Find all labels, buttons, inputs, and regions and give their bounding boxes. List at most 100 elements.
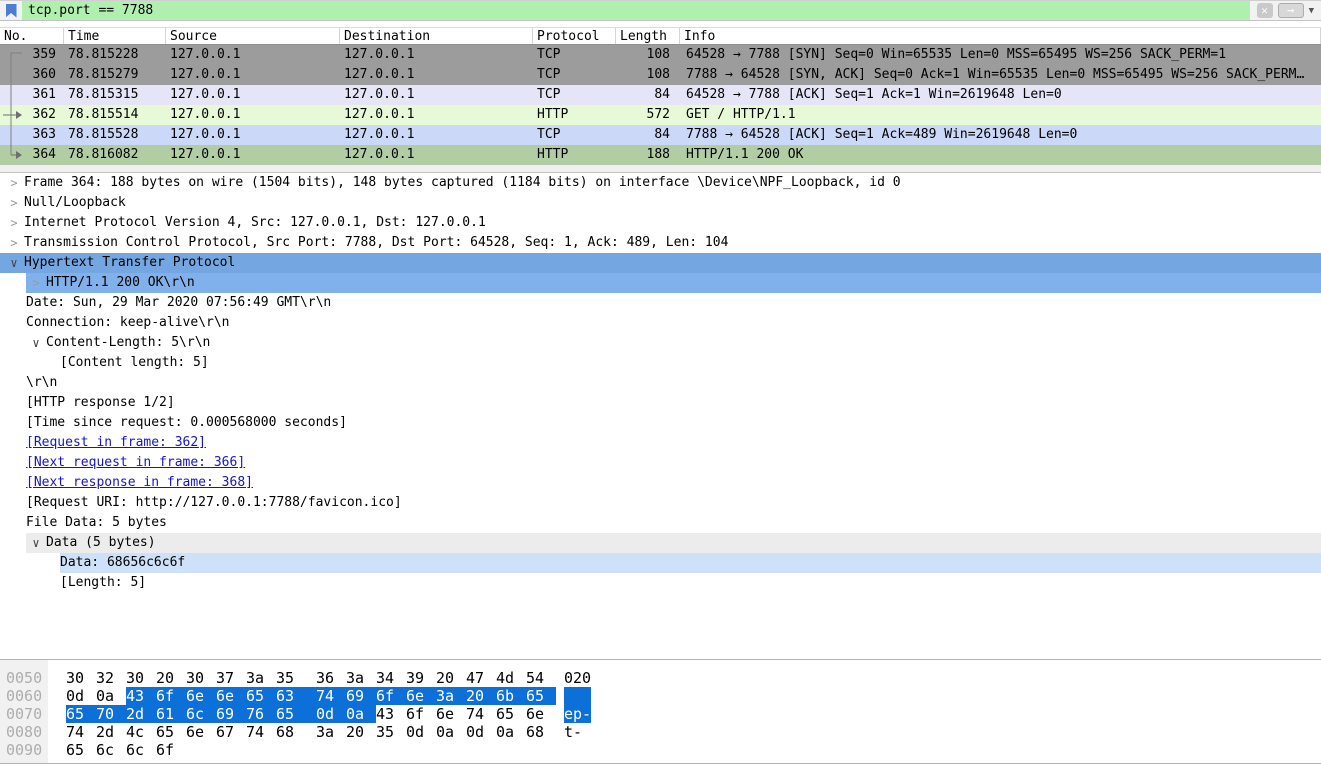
detail-link-row[interactable]: [Request in frame: 362]	[0, 433, 1321, 453]
packet-row[interactable]: 36078.815279127.0.0.1127.0.0.1TCP1087788…	[0, 65, 1321, 85]
collapsed-arrow-icon[interactable]: >	[4, 233, 24, 253]
hex-byte[interactable]: 3a	[246, 669, 276, 687]
display-filter-input[interactable]: tcp.port == 7788	[22, 1, 1250, 20]
hex-byte[interactable]: 39	[406, 669, 436, 687]
hex-byte[interactable]: 69	[216, 705, 246, 723]
detail-row[interactable]: [HTTP response 1/2]	[0, 393, 1321, 413]
hex-byte[interactable]: 35	[376, 723, 406, 741]
hex-byte[interactable]: 2d	[96, 723, 126, 741]
hex-byte[interactable]: 6e	[526, 705, 556, 723]
hex-byte[interactable]: 20	[466, 687, 496, 705]
detail-row[interactable]: ∨Data (5 bytes)	[0, 533, 1321, 553]
hex-byte[interactable]: 6c	[96, 741, 126, 759]
column-header-info[interactable]: Info	[680, 28, 1321, 44]
packet-row[interactable]: 36478.816082127.0.0.1127.0.0.1HTTP188HTT…	[0, 145, 1321, 165]
detail-row[interactable]: Date: Sun, 29 Mar 2020 07:56:49 GMT\r\n	[0, 293, 1321, 313]
detail-row[interactable]: \r\n	[0, 373, 1321, 393]
hex-byte[interactable]: 6e	[436, 705, 466, 723]
hex-byte[interactable]: 6e	[186, 723, 216, 741]
pane-splitter[interactable]	[0, 165, 1321, 173]
detail-row[interactable]: >Internet Protocol Version 4, Src: 127.0…	[0, 213, 1321, 233]
detail-link-row[interactable]: [Next request in frame: 366]	[0, 453, 1321, 473]
filter-dropdown-button[interactable]: ▼	[1309, 6, 1314, 16]
filter-bookmark-button[interactable]	[0, 1, 22, 20]
packet-row[interactable]: 35978.815228127.0.0.1127.0.0.1TCP1086452…	[0, 45, 1321, 65]
hex-byte[interactable]: 68	[276, 723, 306, 741]
detail-row[interactable]: [Request URI: http://127.0.0.1:7788/favi…	[0, 493, 1321, 513]
hex-byte[interactable]: 4d	[496, 669, 526, 687]
hex-byte[interactable]: 0a	[496, 723, 526, 741]
collapsed-arrow-icon[interactable]: >	[4, 213, 24, 233]
detail-row[interactable]: Data: 68656c6c6f	[0, 553, 1321, 573]
detail-row[interactable]: ∨Content-Length: 5\r\n	[0, 333, 1321, 353]
hex-byte[interactable]: 6c	[126, 741, 156, 759]
detail-row[interactable]: [Length: 5]	[0, 573, 1321, 593]
hex-byte[interactable]: 67	[216, 723, 246, 741]
hex-byte[interactable]: 43	[126, 687, 156, 705]
packet-row[interactable]: 36278.815514127.0.0.1127.0.0.1HTTP572GET…	[0, 105, 1321, 125]
hex-byte[interactable]: 0a	[436, 723, 466, 741]
hex-byte[interactable]: 74	[306, 687, 346, 705]
hex-byte[interactable]: 65	[526, 687, 556, 705]
hex-byte[interactable]: 74	[66, 723, 96, 741]
hex-byte[interactable]: 61	[156, 705, 186, 723]
hex-byte[interactable]: 65	[246, 687, 276, 705]
detail-row[interactable]: >Frame 364: 188 bytes on wire (1504 bits…	[0, 173, 1321, 193]
hex-byte[interactable]: 0a	[346, 705, 376, 723]
hex-byte[interactable]: 70	[96, 705, 126, 723]
hex-byte[interactable]: 32	[96, 669, 126, 687]
hex-byte[interactable]: 76	[246, 705, 276, 723]
hex-byte[interactable]: 0a	[96, 687, 126, 705]
hex-byte[interactable]: 30	[186, 669, 216, 687]
hex-byte[interactable]: 74	[246, 723, 276, 741]
hex-byte[interactable]: 3a	[346, 669, 376, 687]
hex-byte[interactable]: 37	[216, 669, 246, 687]
hex-byte[interactable]: 0d	[66, 687, 96, 705]
detail-row[interactable]: ∨Hypertext Transfer Protocol	[0, 253, 1321, 273]
hex-byte[interactable]: 6b	[496, 687, 526, 705]
hex-byte[interactable]: 3a	[436, 687, 466, 705]
detail-row[interactable]: File Data: 5 bytes	[0, 513, 1321, 533]
column-header-src[interactable]: Source	[166, 28, 340, 44]
hex-byte[interactable]: 65	[66, 705, 96, 723]
hex-byte[interactable]: 0d	[406, 723, 436, 741]
hex-byte[interactable]: 2d	[126, 705, 156, 723]
expanded-arrow-icon[interactable]: ∨	[26, 533, 46, 553]
expanded-arrow-icon[interactable]: ∨	[26, 333, 46, 353]
hex-byte[interactable]: 68	[526, 723, 556, 741]
hex-byte[interactable]: 65	[276, 705, 306, 723]
detail-row[interactable]: [Time since request: 0.000568000 seconds…	[0, 413, 1321, 433]
hex-byte[interactable]: 6f	[376, 687, 406, 705]
clear-filter-button[interactable]: ✕	[1257, 3, 1273, 18]
collapsed-arrow-icon[interactable]: >	[4, 173, 24, 193]
detail-row[interactable]: >HTTP/1.1 200 OK\r\n	[0, 273, 1321, 293]
collapsed-arrow-icon[interactable]: >	[4, 193, 24, 213]
hex-byte[interactable]: 6f	[156, 741, 186, 759]
detail-link-row[interactable]: [Next response in frame: 368]	[0, 473, 1321, 493]
packet-row[interactable]: 36178.815315127.0.0.1127.0.0.1TCP8464528…	[0, 85, 1321, 105]
column-header-proto[interactable]: Protocol	[533, 28, 616, 44]
column-header-dst[interactable]: Destination	[340, 28, 533, 44]
hex-byte[interactable]: 4c	[126, 723, 156, 741]
hex-byte[interactable]: 6c	[186, 705, 216, 723]
hex-byte[interactable]: 30	[126, 669, 156, 687]
hex-byte[interactable]: 35	[276, 669, 306, 687]
expanded-arrow-icon[interactable]: ∨	[4, 253, 24, 273]
hex-byte[interactable]: 6e	[406, 687, 436, 705]
hex-byte[interactable]: 6e	[216, 687, 246, 705]
hex-byte[interactable]: 0d	[466, 723, 496, 741]
hex-byte[interactable]: 6f	[406, 705, 436, 723]
hex-byte[interactable]: 47	[466, 669, 496, 687]
collapsed-arrow-icon[interactable]: >	[26, 273, 46, 293]
hex-byte[interactable]: 74	[466, 705, 496, 723]
hex-byte[interactable]: 6f	[156, 687, 186, 705]
hex-byte[interactable]: 30	[66, 669, 96, 687]
hex-byte[interactable]: 54	[526, 669, 556, 687]
hex-byte[interactable]: 63	[276, 687, 306, 705]
hex-byte[interactable]: 43	[376, 705, 406, 723]
hex-byte[interactable]: 69	[346, 687, 376, 705]
detail-row[interactable]: Connection: keep-alive\r\n	[0, 313, 1321, 333]
hex-byte[interactable]: 65	[66, 741, 96, 759]
hex-byte[interactable]: 20	[346, 723, 376, 741]
hex-byte[interactable]: 0d	[306, 705, 346, 723]
